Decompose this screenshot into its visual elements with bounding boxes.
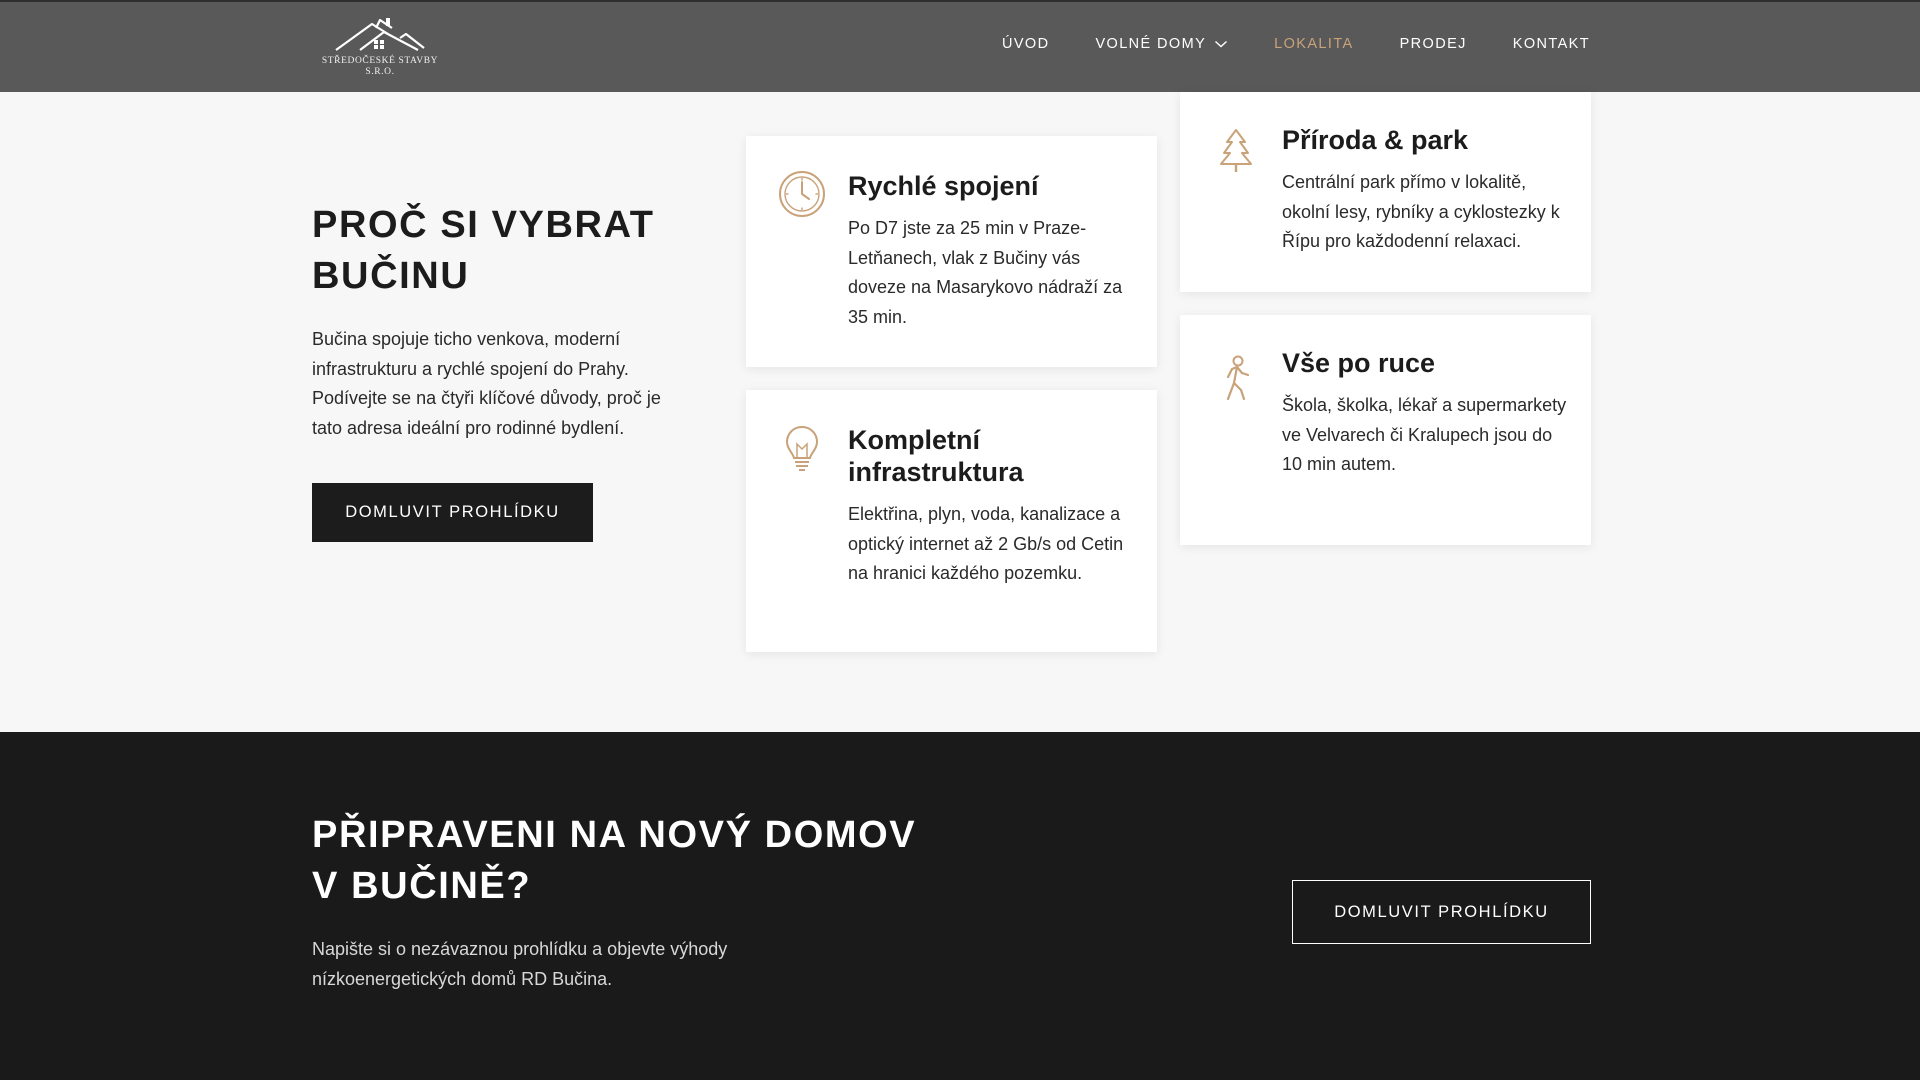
feature-card-infrastructure: Kompletní infrastruktura Elektřina, plyn… [746,390,1157,652]
cta-schedule-viewing-button[interactable]: DOMLUVIT PROHLÍDKU [1292,880,1591,944]
feature-card-fast-connection: Rychlé spojení Po D7 jste za 25 min v Pr… [746,136,1157,367]
nav-item-lokalita[interactable]: LOKALITA [1274,36,1353,52]
nav-item-kontakt[interactable]: KONTAKT [1513,36,1590,52]
card-title: Příroda & park [1282,125,1469,155]
schedule-viewing-button[interactable]: DOMLUVIT PROHLÍDKU [312,483,593,542]
cta-section: PŘIPRAVENI NA NOVÝ DOMOV V BUČINĚ? Napišt… [0,732,1920,1080]
site-header: STŘEDOČESKÉ STAVBY S.R.O. ÚVOD VOLNÉ DOM… [0,0,1920,92]
company-logo[interactable]: STŘEDOČESKÉ STAVBY S.R.O. [314,14,446,78]
why-section-title: PROČ SI VYBRAT BUČINU [312,204,655,297]
tree-icon [1220,129,1252,172]
house-roof-logo-icon [335,18,425,51]
card-text: Po D7 jste za 25 min v Praze-Letňanech, … [848,218,1123,327]
card-title: Kompletní infrastruktura [848,425,1024,487]
clock-icon [779,171,825,217]
card-text: Centrální park přímo v lokalitě, okolní … [1282,172,1560,252]
chevron-down-icon [1215,40,1228,48]
nav-item-uvod[interactable]: ÚVOD [1002,36,1050,52]
cta-text: Napište si o nezávaznou prohlídku a obje… [312,939,728,989]
card-text: Škola, školka, lékař a supermarkety ve V… [1282,395,1567,475]
lightbulb-icon [785,425,819,471]
nav-item-volne-domy[interactable]: VOLNÉ DOMY [1095,36,1228,52]
walking-person-icon [1226,355,1250,401]
card-title: Vše po ruce [1282,348,1436,378]
header-top-line [0,0,1920,2]
nav-item-prodej[interactable]: PRODEJ [1400,36,1467,52]
cta-title: PŘIPRAVENI NA NOVÝ DOMOV V BUČINĚ? [312,814,917,907]
feature-card-nature-park: Příroda & park Centrální park přímo v lo… [1180,92,1591,292]
feature-card-everything-nearby: Vše po ruce Škola, školka, lékař a super… [1180,315,1591,545]
why-section-text: Bučina spojuje ticho venkova, moderní in… [312,329,661,438]
card-text: Elektřina, plyn, voda, kanalizace a opti… [848,504,1124,584]
logo-text: STŘEDOČESKÉ STAVBY S.R.O. [321,56,439,77]
card-title: Rychlé spojení [848,171,1039,201]
main-nav: ÚVOD VOLNÉ DOMY LOKALITA PRODEJ KONTAKT [956,36,1590,52]
